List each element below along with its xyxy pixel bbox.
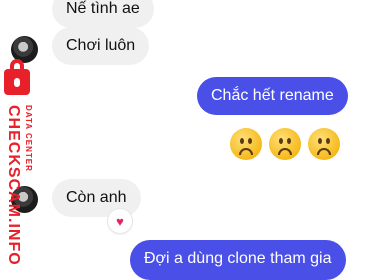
incoming-message[interactable]: Chơi luôn bbox=[52, 27, 150, 65]
lock-icon bbox=[4, 59, 30, 95]
outgoing-emoji-message[interactable] bbox=[230, 128, 340, 160]
incoming-message[interactable]: Nế tình ae bbox=[52, 0, 154, 28]
slightly-frowning-face-icon bbox=[230, 128, 262, 160]
heart-reaction-icon[interactable]: ♥ bbox=[108, 209, 132, 233]
slightly-frowning-face-icon bbox=[308, 128, 340, 160]
outgoing-message[interactable]: Đợi a dùng clone tham gia bbox=[130, 240, 346, 280]
outgoing-message[interactable]: Chắc hết rename bbox=[197, 77, 348, 115]
chat-thread: Nế tình ae Chơi luôn Chắc hết rename Còn… bbox=[0, 0, 374, 280]
watermark-logo: CHECKSCAM.INFO DATA CENTER bbox=[0, 59, 42, 266]
slightly-frowning-face-icon bbox=[269, 128, 301, 160]
watermark-subtext: DATA CENTER bbox=[24, 105, 33, 172]
watermark-text: CHECKSCAM.INFO bbox=[5, 105, 22, 266]
